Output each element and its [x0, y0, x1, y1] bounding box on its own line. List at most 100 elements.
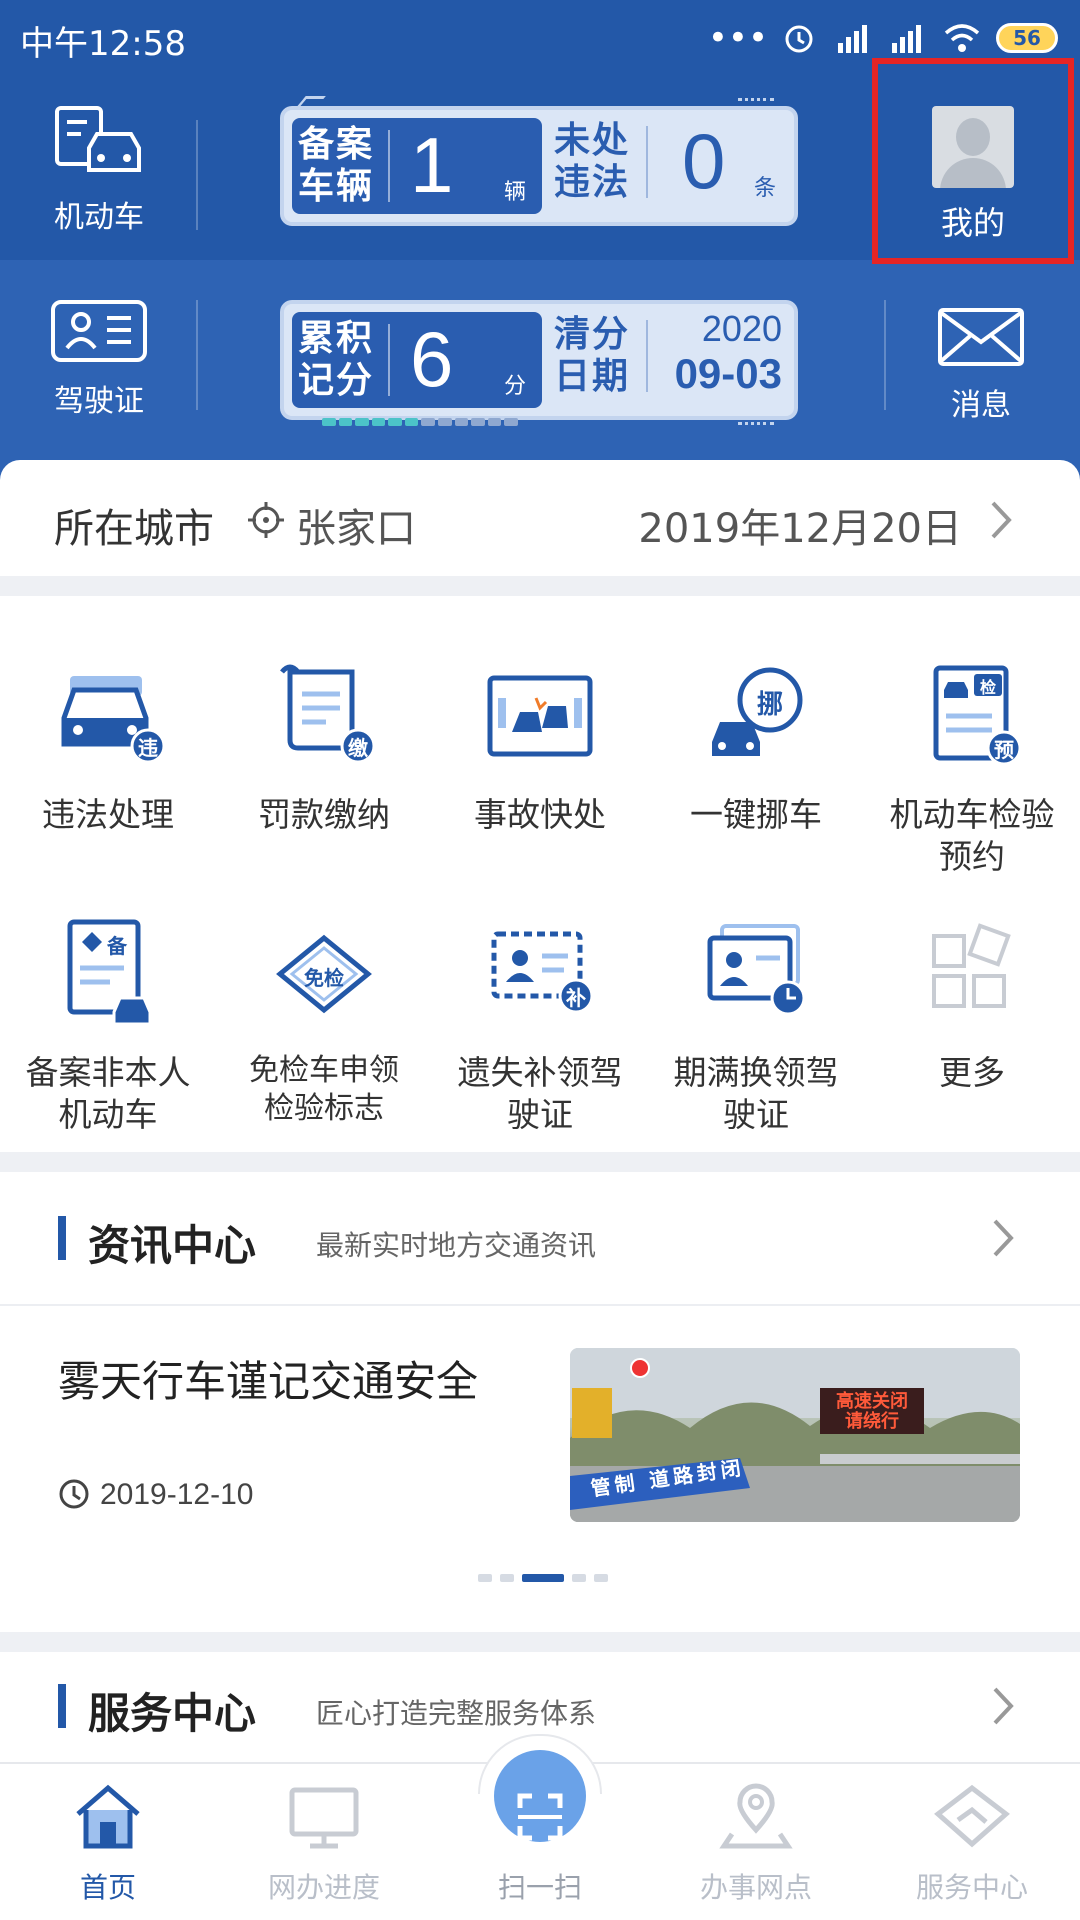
section-accent-bar [58, 1684, 66, 1728]
city-row[interactable]: 所在城市 张家口 2019年12月20日 [0, 460, 1080, 576]
id-card-icon [51, 300, 147, 362]
signal-icon [892, 25, 921, 53]
accident-icon [487, 675, 593, 757]
carousel-dot[interactable] [478, 1574, 492, 1582]
profile-button[interactable]: 我的 [872, 58, 1074, 264]
license-label: 驾驶证 [54, 384, 144, 419]
badge-text: 免检 [304, 966, 344, 990]
nav-progress[interactable]: 网办进度 [216, 1782, 432, 1906]
progress-segment [355, 418, 369, 426]
locate-icon [248, 502, 284, 538]
card-dots [738, 98, 774, 104]
services-grid: 违 违法处理 缴 罚款缴纳 事故快处 挪 一键挪车 检 预 机动车检验预约 备 … [0, 596, 1080, 1152]
service-label: 事故快处 [474, 795, 606, 834]
envelope-icon [938, 308, 1024, 366]
progress-segment [421, 418, 436, 426]
progress-segment [371, 418, 386, 426]
points-progress-bar [322, 418, 518, 426]
nav-scan[interactable]: 扫一扫 [432, 1782, 648, 1906]
news-photo: 高速关闭 请绕行 管制 道路封闭 [570, 1348, 1020, 1522]
messages-button[interactable]: 消息 [896, 306, 1066, 424]
monitor-icon [289, 1787, 359, 1849]
renew-license-icon [707, 924, 806, 1016]
carousel-dot[interactable] [500, 1574, 514, 1582]
clock-icon [59, 1479, 89, 1509]
card-notch [294, 96, 326, 110]
service-label: 免检车申领检验标志 [249, 1053, 399, 1126]
service-move-car[interactable]: 挪 一键挪车 [648, 658, 864, 836]
vehicle-doc-icon [55, 106, 141, 172]
signal-hd-icon [838, 25, 867, 53]
messages-label: 消息 [951, 388, 1011, 423]
service-violation[interactable]: 违 违法处理 [0, 658, 216, 836]
divider [646, 320, 648, 392]
clear-date-title: 清分日期 [554, 314, 631, 397]
service-label: 更多 [939, 1053, 1005, 1092]
nav-service-center[interactable]: 服务中心 [864, 1782, 1080, 1906]
chevron-right-icon[interactable] [992, 1686, 1014, 1726]
battery-icon: 56 [996, 23, 1058, 53]
carousel-dot[interactable] [572, 1574, 586, 1582]
divider [0, 1304, 1080, 1306]
badge-text: 检 [979, 678, 996, 697]
service-renew-license[interactable]: 期满换领驾驶证 [648, 916, 864, 1136]
card-dots [738, 422, 774, 428]
chevron-right-icon [991, 501, 1012, 539]
clear-date-year: 2020 [701, 308, 782, 349]
carousel-dot[interactable] [594, 1574, 608, 1582]
license-quick-link[interactable]: 驾驶证 [14, 298, 184, 420]
vehicle-status-card[interactable]: 备案车辆 1 辆 未处违法 0 条 [280, 96, 798, 226]
service-exempt-inspection[interactable]: 免检 免检车申领检验标志 [216, 916, 432, 1128]
pending-violations-title: 未处违法 [554, 120, 631, 203]
vehicle-label: 机动车 [54, 200, 144, 235]
service-center-title: 服务中心 [88, 1689, 257, 1738]
divider [388, 130, 390, 202]
progress-segment [454, 418, 469, 426]
badge-text: 备 [107, 934, 127, 958]
more-dots-icon: ••• [707, 18, 768, 58]
service-label: 遗失补领驾驶证 [457, 1053, 623, 1134]
home-icon [76, 1784, 140, 1849]
status-icons: ••• 56 [708, 18, 1058, 58]
service-label: 备案非本人机动车 [25, 1053, 191, 1134]
news-title: 资讯中心 [88, 1221, 257, 1270]
service-reissue-license[interactable]: 补 遗失补领驾驶证 [432, 916, 648, 1136]
accumulated-points-unit: 分 [504, 374, 527, 399]
alarm-icon [785, 25, 813, 53]
progress-segment [338, 418, 353, 426]
divider [388, 324, 390, 396]
carousel-indicator [478, 1574, 608, 1582]
progress-segment [438, 418, 452, 426]
progress-segment [471, 418, 485, 426]
nav-label: 办事网点 [699, 1871, 812, 1904]
accumulated-points-value: 6 [410, 315, 454, 403]
service-more[interactable]: 更多 [864, 916, 1080, 1094]
nav-service-points[interactable]: 办事网点 [648, 1782, 864, 1906]
avatar [932, 106, 1014, 188]
progress-segment [388, 418, 402, 426]
vehicle-quick-link[interactable]: 机动车 [14, 104, 184, 236]
scan-icon [517, 1793, 563, 1841]
divider [196, 120, 198, 230]
nav-home[interactable]: 首页 [0, 1782, 216, 1906]
service-inspection-booking[interactable]: 检 预 机动车检验预约 [864, 658, 1080, 878]
service-register-vehicle[interactable]: 备 备案非本人机动车 [0, 916, 216, 1136]
carousel-dot[interactable] [522, 1574, 564, 1582]
points-status-card[interactable]: 累积记分 6 分 清分日期 2020 09-03 [280, 300, 798, 426]
service-center-subtitle: 匠心打造完整服务体系 [316, 1697, 597, 1730]
divider [646, 126, 648, 198]
badge-text: 补 [566, 986, 586, 1010]
header: 中午12:58 ••• 56 机动车 驾驶证 备案车辆 1 辆 未处违法 0 条… [0, 0, 1080, 480]
section-accent-bar [58, 1216, 66, 1260]
clear-date-day: 09-03 [674, 350, 782, 397]
chevron-right-icon[interactable] [992, 1218, 1014, 1258]
progress-segment [404, 418, 419, 426]
reissue-license-icon [491, 931, 594, 1014]
registered-vehicles-title: 备案车辆 [298, 124, 375, 207]
divider [884, 300, 886, 410]
service-label: 一键挪车 [690, 795, 822, 834]
service-accident[interactable]: 事故快处 [432, 658, 648, 836]
service-fine-payment[interactable]: 缴 罚款缴纳 [216, 658, 432, 836]
location-pin-icon [719, 1783, 793, 1849]
pending-violations-unit: 条 [754, 176, 777, 201]
